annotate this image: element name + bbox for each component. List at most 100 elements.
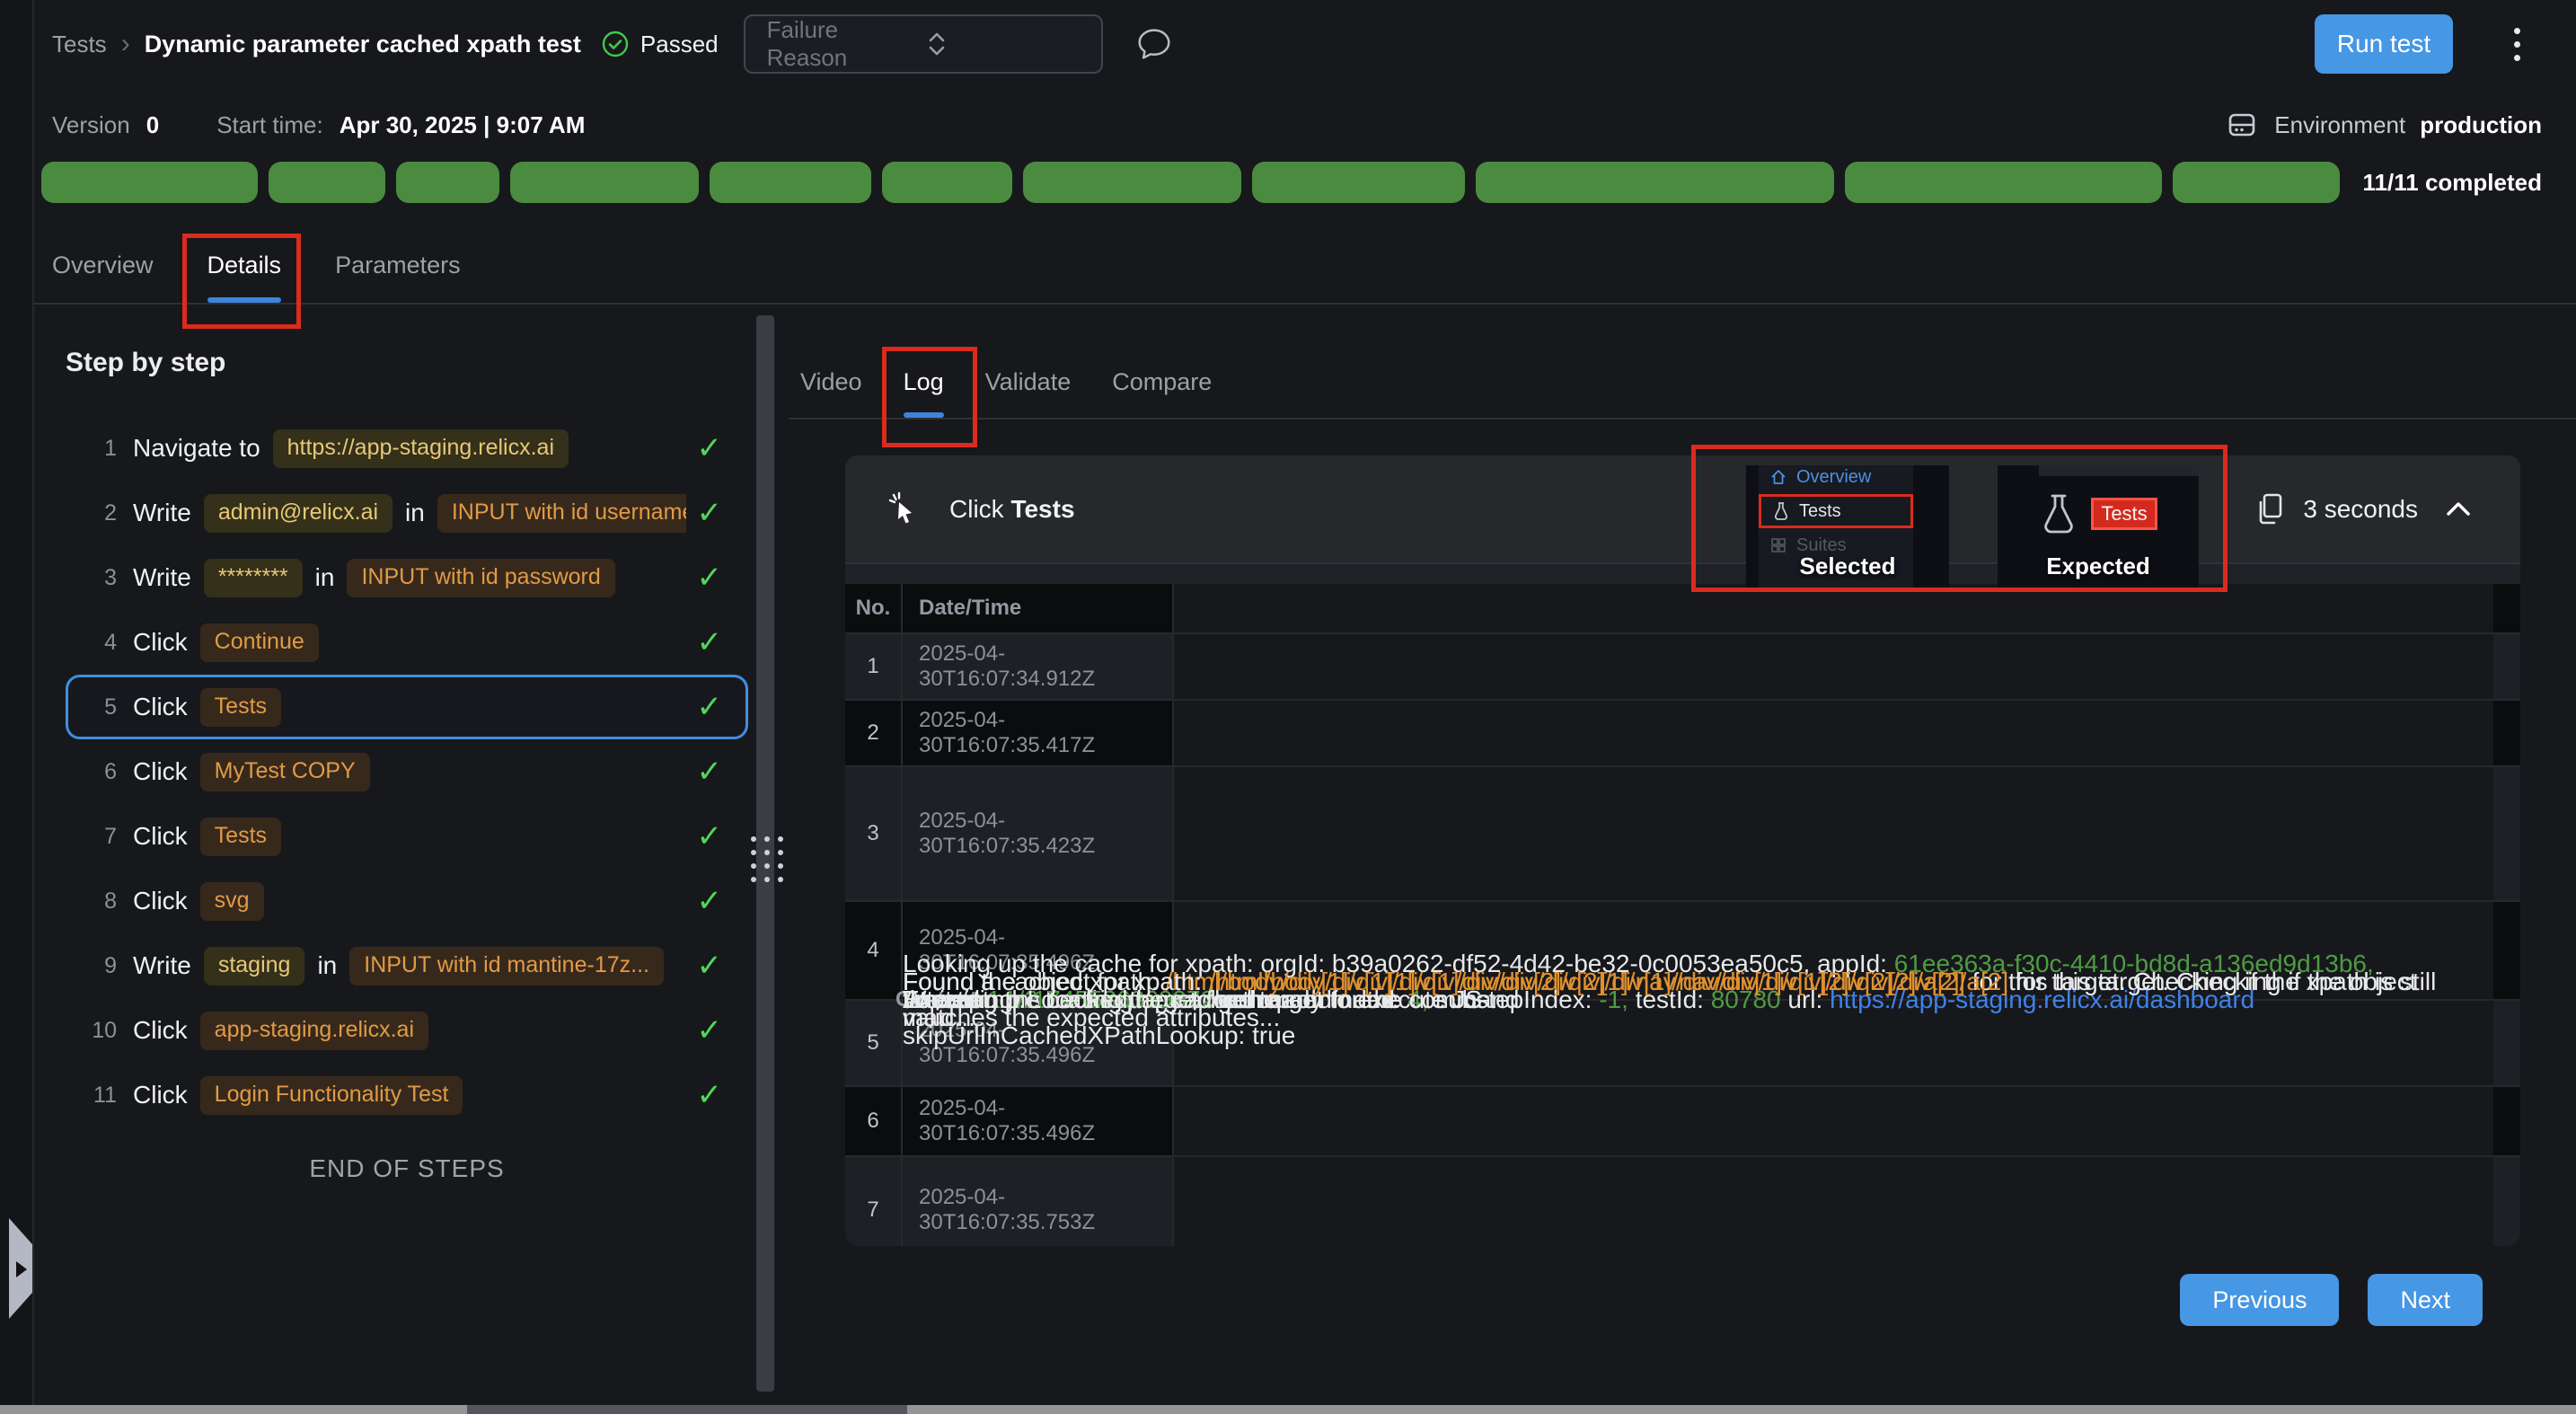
detail-tab-log[interactable]: Log [904,368,944,418]
log-row-timestamp: 2025-04-30T16:07:34.912Z [903,634,1174,699]
tab-overview[interactable]: Overview [52,252,154,303]
progress-segment [710,162,871,203]
expand-triangle-icon [16,1261,27,1277]
progress-segment [1845,162,2162,203]
detail-tab-compare[interactable]: Compare [1112,368,1212,418]
run-test-button[interactable]: Run test [2315,14,2453,74]
previous-button[interactable]: Previous [2180,1274,2339,1326]
progress-segment [269,162,385,203]
steps-list: 1Navigate tohttps://app-staging.relicx.a… [66,416,748,1127]
step-number: 6 [77,759,117,785]
step-target-badge: INPUT with id password [347,559,614,597]
log-table: No.Date/TimeContent12025-04-30T16:07:34.… [845,584,2520,1246]
panel-resize-scrollbar[interactable] [756,315,774,1392]
step-row-3[interactable]: 3Write********inINPUT with id password✓ [66,545,748,610]
tab-parameters[interactable]: Parameters [335,252,461,303]
step-success-check-icon: ✓ [697,948,723,984]
breadcrumb-tests-link[interactable]: Tests [52,31,107,58]
log-row-1: 12025-04-30T16:07:34.912ZWaited 1 ms for… [845,634,2520,701]
step-description: Navigate tohttps://app-staging.relicx.ai [133,429,686,468]
pagination: Previous Next [2180,1274,2483,1326]
step-action-text: Click [133,757,188,786]
step-row-6[interactable]: 6ClickMyTest COPY✓ [66,739,748,804]
step-target-badge: https://app-staging.relicx.ai [273,429,569,468]
step-row-9[interactable]: 9WritestaginginINPUT with id mantine-17z… [66,933,748,998]
thumbnail-nav-overview: Overview [1759,465,1913,494]
step-action-text: Click [133,887,188,915]
step-row-2[interactable]: 2Writeadmin@relicx.aiinINPUT with id use… [66,481,748,545]
step-action-text: in [315,563,335,592]
selected-screenshot-thumbnail[interactable]: OverviewTestsSuites Selected [1746,465,1949,588]
more-options-kebab-icon[interactable] [2509,22,2526,66]
selected-caption: Selected [1746,552,1949,580]
step-row-1[interactable]: 1Navigate tohttps://app-staging.relicx.a… [66,416,748,481]
step-success-check-icon: ✓ [697,624,723,660]
progress-segment [1023,162,1241,203]
log-command-header: Click Tests 3 seconds [845,455,2520,564]
horizontal-scrollbar[interactable] [0,1405,2576,1414]
detail-panel: Video Log Validate Compare Click Tests 3 se… [789,306,2576,1405]
step-description: ClickLogin Functionality Test [133,1076,686,1115]
progress-segments [41,162,2340,203]
progress-bar: 11/11 completed [34,160,2576,205]
detail-tab-validate[interactable]: Validate [985,368,1072,418]
log-text-segment: /html/body/div[1]/div[1]/div/div/div[2]/… [1209,968,2008,995]
step-target-badge: Tests [200,817,281,856]
log-row-2: 22025-04-30T16:07:35.417ZAttempt: 1/2 Lo… [845,701,2520,767]
progress-segment [396,162,499,203]
step-action-text: Click [133,1016,188,1045]
step-success-check-icon: ✓ [697,560,723,596]
step-action-text: in [317,951,337,980]
progress-segment [882,162,1012,203]
step-action-text: Click [133,693,188,721]
horizontal-scrollbar-thumb[interactable] [467,1405,907,1414]
step-target-badge: ******** [204,559,303,597]
step-row-5[interactable]: 5ClickTests✓ [66,675,748,739]
step-description: Click Tests [133,817,686,856]
step-number: 2 [77,500,117,526]
log-vertical-scrollbar[interactable] [1174,701,2493,765]
expected-screenshot-thumbnail[interactable]: Tests Expected [1998,465,2199,588]
detail-tab-video[interactable]: Video [800,368,862,418]
version-value: 0 [146,111,159,139]
breadcrumb-chevron-icon: › [121,29,130,59]
step-target-badge: INPUT with id mantine-17z... [349,947,664,985]
log-command-text: Click Tests [949,495,1075,524]
step-target-badge: staging [204,947,305,985]
duration-group: 3 seconds [2254,491,2418,527]
comment-bubble-icon[interactable] [1134,23,1175,65]
failure-reason-select[interactable]: Failure Reason [744,14,1103,74]
collapse-chevron-up-icon[interactable] [2441,497,2475,522]
step-action-text: Write [133,951,191,980]
step-target-badge: INPUT with id username [437,494,686,533]
environment-value: production [2420,111,2542,139]
progress-segment [510,162,699,203]
step-description: Clicksvg [133,882,686,921]
detail-tabs: Video Log Validate Compare [789,306,2576,420]
step-row-8[interactable]: 8Clicksvg✓ [66,869,748,933]
flask-icon [2039,490,2078,537]
step-row-11[interactable]: 11ClickLogin Functionality Test✓ [66,1063,748,1127]
step-description: Write********inINPUT with id password [133,559,686,597]
step-success-check-icon: ✓ [697,883,723,919]
step-success-check-icon: ✓ [697,430,723,466]
step-description: Write staging in INPUT with id mantine-17z.… [133,947,686,985]
tab-details[interactable]: Details [207,252,282,303]
step-row-7[interactable]: 7ClickTests✓ [66,804,748,869]
copy-icon[interactable] [2254,491,2287,527]
step-number: 11 [77,1083,117,1109]
step-number: 4 [77,630,117,656]
step-action-text: Click [133,822,188,851]
column-header-no: No. [845,584,903,632]
step-success-check-icon: ✓ [697,689,723,725]
tests-icon [1772,501,1790,521]
step-row-10[interactable]: 10Clickapp-staging.relicx.ai✓ [66,998,748,1063]
panel-drag-handle-icon[interactable] [751,836,780,882]
next-button[interactable]: Next [2368,1274,2483,1326]
version-label: Version [52,111,130,139]
log-vertical-scrollbar[interactable] [1174,634,2493,699]
step-target-badge: admin@relicx.ai [204,494,393,533]
step-row-4[interactable]: 4ClickContinue✓ [66,610,748,675]
progress-segment [1476,162,1834,203]
step-target-badge: Login Functionality Test [200,1076,463,1115]
